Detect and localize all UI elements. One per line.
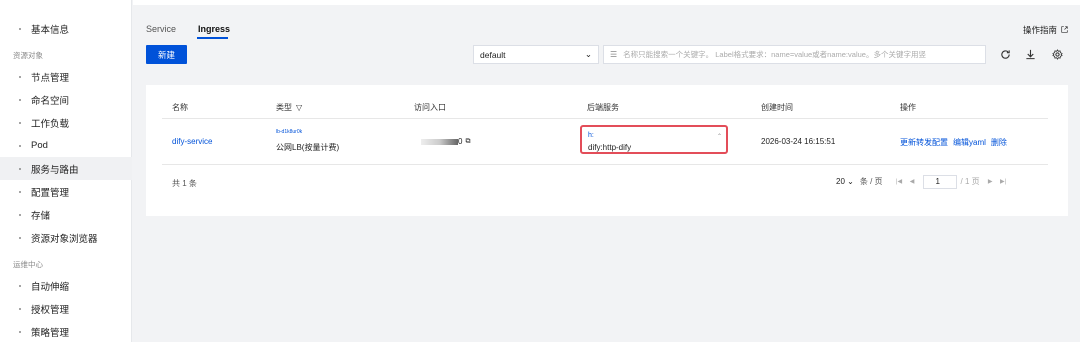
bullet-icon [19, 27, 21, 30]
row-divider [162, 164, 1048, 165]
update-forwarding-button[interactable]: 更新转发配置 [900, 137, 948, 148]
search-input[interactable]: ☰ 名称只能搜索一个关键字。 Label格式要求：name=value或者nam… [603, 45, 986, 64]
bullet-icon [19, 121, 21, 124]
sidebar-item-label: 资源对象浏览器 [31, 233, 98, 245]
backend-service: dify:http-dify [588, 143, 632, 152]
bullet-icon [19, 98, 21, 101]
bullet-icon [19, 236, 21, 239]
tab-active-indicator [197, 37, 228, 39]
chevron-down-icon: ⌄ [584, 49, 592, 59]
header-divider [162, 118, 1048, 119]
page-total: / 1 页 [960, 177, 980, 186]
filter-icon[interactable]: ▽ [296, 103, 302, 112]
sidebar-item-services-routes[interactable]: 服务与路由 [0, 157, 132, 180]
sidebar-item-label: 命名空间 [31, 95, 70, 107]
sidebar-item-authorization[interactable]: 授权管理 [0, 297, 132, 320]
top-bar [133, 0, 1080, 5]
edit-yaml-button[interactable]: 编辑yaml [953, 137, 986, 148]
ingress-type: 公网LB(按量计费) [276, 143, 340, 152]
guide-label: 操作指南 [1022, 25, 1057, 35]
sidebar-item-autoscaling[interactable]: 自动伸缩 [0, 274, 132, 297]
sidebar-item-label: 自动伸缩 [31, 281, 70, 293]
column-header-backend: 后端服务 [587, 103, 619, 112]
page-size-select[interactable]: 20 ⌄ [836, 177, 854, 186]
sidebar-group-label: 运维中心 [13, 260, 43, 269]
next-page-icon[interactable]: ▶ [984, 175, 997, 188]
sidebar-item-policy[interactable]: 策略管理 [0, 320, 132, 342]
pagination: 20 ⌄ 条 / 页 |◀ ◀ 1 / 1 页 ▶ ▶| [836, 174, 1010, 189]
filter-icon: ☰ [610, 50, 618, 59]
created-time: 2026-03-24 16:15:51 [761, 137, 836, 146]
sidebar-group-label: 资源对象 [13, 51, 43, 60]
column-header-actions: 操作 [900, 103, 916, 112]
sidebar-item-basic-info[interactable]: 基本信息 [0, 17, 132, 40]
tab-service[interactable]: Service [146, 24, 176, 34]
sidebar-item-label: 基本信息 [31, 24, 70, 36]
namespace-select[interactable]: default ⌄ [473, 45, 599, 64]
tab-ingress[interactable]: Ingress [198, 24, 230, 34]
page-input[interactable]: 1 [922, 174, 957, 189]
sidebar-item-resource-browser[interactable]: 资源对象浏览器 [0, 226, 132, 249]
first-page-icon[interactable]: |◀ [893, 175, 906, 188]
sidebar-item-label: 存储 [31, 210, 51, 222]
backend-service-cell: h: ⌃ dify:http-dify [580, 125, 728, 154]
guide-link[interactable]: 操作指南 [1023, 24, 1068, 36]
bullet-icon [19, 75, 21, 78]
download-icon [1026, 49, 1035, 60]
sidebar-item-label: 工作负载 [31, 118, 70, 130]
page-size-unit: 条 / 页 [859, 177, 883, 186]
refresh-button[interactable] [996, 45, 1015, 64]
search-placeholder: 名称只能搜索一个关键字。 Label格式要求：name=value或者name:… [623, 50, 926, 59]
main-content: Service Ingress 操作指南 新建 default ⌄ ☰ 名称只能… [133, 0, 1080, 342]
ingress-table-card: 名称 类型 ▽ 访问入口 后端服务 创建时间 操作 dify-service l… [146, 85, 1068, 216]
gear-icon [1052, 49, 1063, 60]
collapse-icon[interactable]: ⌃ [717, 133, 722, 140]
copy-icon[interactable]: ⧉ [465, 138, 470, 146]
sidebar-item-pod[interactable]: Pod [0, 134, 132, 157]
access-entry: 0 ⧉ [458, 137, 470, 146]
column-header-label: 类型 [276, 103, 292, 112]
access-value: 0 [458, 137, 463, 146]
redacted-address [421, 139, 458, 145]
bullet-icon [19, 213, 21, 216]
chevron-down-icon: ⌄ [847, 177, 854, 186]
lb-id-link[interactable]: lb-d1k8ur0k [276, 129, 302, 135]
refresh-icon [1001, 50, 1010, 59]
sidebar-item-namespaces[interactable]: 命名空间 [0, 88, 132, 111]
delete-button[interactable]: 删除 [991, 137, 1007, 148]
total-count: 共 1 条 [172, 179, 197, 188]
bullet-icon [19, 190, 21, 193]
new-button[interactable]: 新建 [146, 45, 187, 64]
column-header-access: 访问入口 [414, 103, 446, 112]
backend-host[interactable]: h: [588, 132, 594, 139]
bullet-icon [19, 167, 21, 170]
bullet-icon [19, 144, 21, 147]
sidebar-item-label: 配置管理 [31, 187, 70, 199]
sidebar-item-label: 策略管理 [31, 327, 70, 339]
page-size-value: 20 [836, 177, 845, 186]
bullet-icon [19, 307, 21, 310]
last-page-icon[interactable]: ▶| [997, 175, 1010, 188]
sidebar-item-storage[interactable]: 存储 [0, 203, 132, 226]
column-header-created: 创建时间 [761, 103, 793, 112]
sidebar-item-nodes[interactable]: 节点管理 [0, 65, 132, 88]
row-actions: 更新转发配置 编辑yaml 删除 [900, 137, 1007, 148]
namespace-value: default [480, 49, 506, 60]
column-header-type[interactable]: 类型 ▽ [276, 102, 302, 113]
prev-page-icon[interactable]: ◀ [906, 175, 919, 188]
sidebar-item-label: 服务与路由 [31, 164, 79, 176]
external-link-icon [1061, 25, 1068, 35]
sidebar-item-label: Pod [31, 140, 48, 151]
sidebar-item-label: 授权管理 [31, 304, 70, 316]
sidebar-item-workloads[interactable]: 工作负载 [0, 111, 132, 134]
sidebar-item-config[interactable]: 配置管理 [0, 180, 132, 203]
bullet-icon [19, 284, 21, 287]
column-header-name: 名称 [172, 103, 188, 112]
sidebar: 基本信息 资源对象 节点管理 命名空间 工作负载 Pod 服务与路由 配置管理 … [0, 0, 132, 342]
settings-button[interactable] [1048, 45, 1067, 64]
download-button[interactable] [1021, 45, 1040, 64]
ingress-name-link[interactable]: dify-service [172, 137, 212, 146]
sidebar-item-label: 节点管理 [31, 72, 70, 84]
bullet-icon [19, 330, 21, 333]
